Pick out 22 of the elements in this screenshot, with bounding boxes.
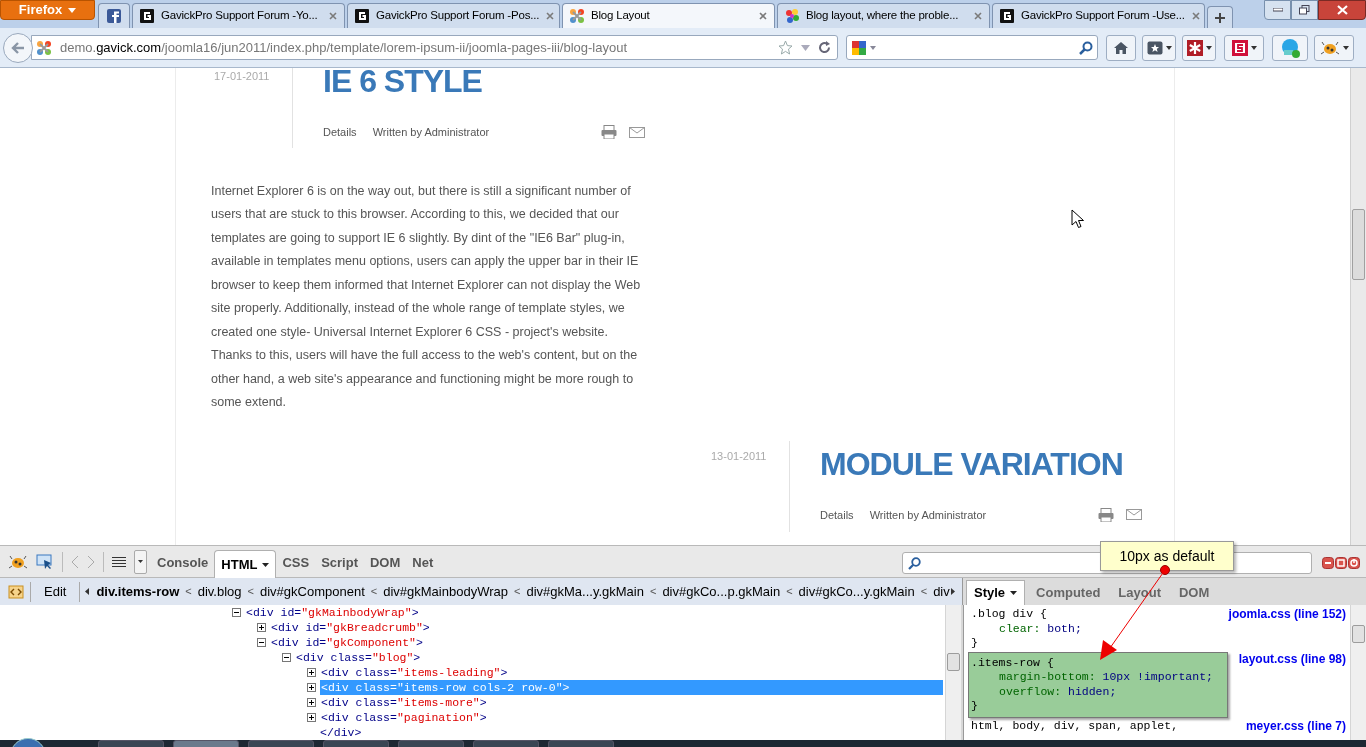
- annotation-tooltip: 10px as default: [1100, 541, 1234, 571]
- separator-text: <: [370, 584, 378, 600]
- separator-text: <: [247, 584, 254, 600]
- article-date: 13-01-2011: [711, 448, 768, 464]
- css-property: overflow: hidden;: [998, 684, 1118, 699]
- separator-text: <: [649, 584, 657, 600]
- css-property: clear: both;: [998, 621, 1083, 636]
- css-selector: .blog div {: [971, 607, 1048, 622]
- css-selector: .items-row {: [971, 655, 1055, 670]
- separator-text: <: [920, 584, 928, 600]
- author-text: Written by Administrator: [869, 507, 987, 523]
- article-text: Internet Explorer 6 is on the way out, but there is still a significant number of users that are stuck to this browser. According to this, we decided that our templates are going to support IE 6 slightly. By dint of the "IE6 Bar" plug-in, available in templates menu options, users can apply the upper bar in their IE browser to keep them informed that Internet Explorer can not display the Web site properly. Additionally, instead of the whole range of template styles, we created one style- Universal Internet Explorer 6 CSS - project's website. Thanks to this, users will have the full access to the web's content, but on the other hand, a web site's appearance and functioning might be more rough to some extend.: [211, 182, 642, 411]
- separator-text: <: [185, 584, 192, 600]
- css-brace: }: [971, 636, 979, 651]
- article-date: 17-01-2011: [214, 69, 271, 84]
- separator-text: <: [786, 584, 793, 600]
- css-property: margin-bottom: 10px !important;: [998, 670, 1214, 685]
- separator-text: <: [514, 584, 521, 600]
- author-text: Written by Administrator: [372, 125, 490, 140]
- css-brace: }: [971, 699, 979, 714]
- url-text: demo.gavick.com/joomla16/jun2011/index.php/template/lorem-ipsum-ii/joomla-pages-iii/blog-layout: [60, 38, 627, 57]
- css-selector: html, body, div, span, applet,: [971, 718, 1180, 733]
